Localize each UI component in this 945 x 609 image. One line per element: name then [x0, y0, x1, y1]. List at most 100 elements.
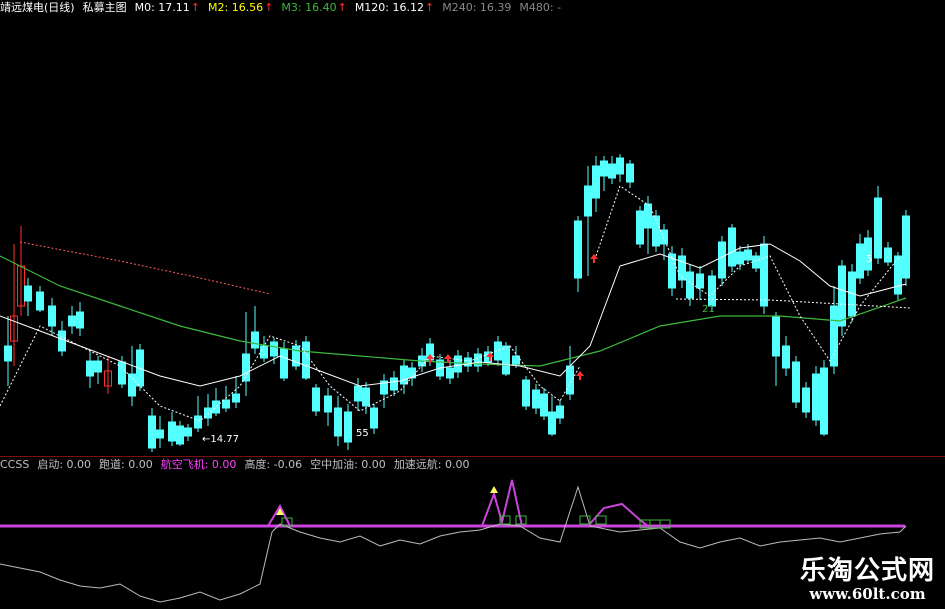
candle-body: [752, 255, 760, 269]
ma-up-arrow-icon: ↑: [337, 1, 347, 14]
candle-body: [390, 377, 398, 391]
indicator-box: [595, 515, 607, 525]
candle-body: [222, 399, 230, 409]
candle-body: [532, 389, 540, 409]
candle-body: [902, 215, 910, 279]
indicator-line: [0, 485, 907, 603]
candle-body: [168, 421, 176, 442]
candle-body: [566, 365, 574, 395]
candle-body: [802, 387, 810, 413]
label-21: 21: [702, 304, 715, 315]
candle-body: [68, 315, 76, 327]
ma-m240: M240: 16.39: [442, 1, 512, 14]
indicator-name[interactable]: CCSS: [0, 457, 29, 473]
candle-body: [792, 361, 800, 403]
candle-body: [156, 429, 164, 439]
candle-body: [696, 273, 704, 289]
candle-body: [36, 291, 44, 311]
candle-body: [772, 315, 780, 357]
candle-body: [616, 157, 624, 175]
ma-m3: M3: 16.40↑: [281, 1, 347, 14]
candle-body: [58, 330, 66, 352]
watermark-text: 乐淘公式网: [799, 556, 935, 586]
label-5: 5: [866, 254, 872, 265]
ma-white-line: [0, 243, 907, 387]
buy-arrow-icon: [576, 371, 584, 380]
candle-body: [760, 243, 768, 307]
candle-body: [370, 407, 378, 429]
candle-body: [302, 341, 310, 379]
candle-body: [344, 411, 352, 443]
candle-body: [24, 285, 32, 302]
candle-body: [280, 348, 288, 379]
indicator-spike: [587, 502, 649, 527]
candle-body: [312, 387, 320, 412]
candle-body: [874, 197, 882, 259]
candle-body: [574, 220, 582, 279]
candle-body: [251, 331, 259, 349]
candle-body: [454, 355, 462, 373]
candle-body: [176, 425, 184, 445]
candle-body: [400, 365, 408, 385]
candle-body: [334, 407, 342, 437]
label-55: 55: [356, 428, 369, 439]
ma-dotted-line: [19, 241, 271, 295]
candle-body: [678, 255, 686, 281]
candle-body: [194, 415, 202, 429]
main-indicator-name[interactable]: 私募主图: [83, 0, 127, 16]
low-price-label: ←14.77: [202, 434, 239, 445]
candle-body: [232, 393, 240, 403]
candle-body: [856, 243, 864, 279]
ma-m2: M2: 16.56↑: [208, 1, 274, 14]
stock-title[interactable]: 靖远煤电(日线): [0, 0, 75, 16]
ma-m0: M0: 17.11↑: [134, 1, 200, 14]
candle-body: [86, 360, 94, 377]
candle-body: [512, 355, 520, 365]
candle-body: [660, 229, 668, 245]
candle-body: [744, 249, 752, 261]
ma-up-arrow-icon: ↑: [190, 1, 200, 14]
ma-m120: M120: 16.12↑: [354, 1, 435, 14]
indicator-accelerate: 加速远航: 0.00: [393, 458, 470, 471]
candle-body: [830, 305, 838, 367]
price-header: 靖远煤电(日线) 私募主图 M0: 17.11↑ M2: 16.56↑ M3: …: [0, 0, 561, 16]
takeoff-marker-icon: [490, 486, 498, 493]
candle-body: [242, 353, 250, 382]
candle-body: [362, 387, 370, 407]
candle-body: [838, 265, 846, 327]
candle-body: [728, 227, 736, 267]
candle-body: [782, 345, 790, 369]
candlestick-chart[interactable]: ←14.77 55 21 5: [0, 16, 945, 456]
candle-body: [270, 341, 278, 357]
candle-body: [556, 405, 564, 419]
candle-body: [686, 271, 694, 299]
candle-body: [94, 360, 102, 373]
candle-body: [354, 385, 362, 402]
candle-body: [608, 163, 616, 179]
watermark: 乐淘公式网 www.60lt.com: [800, 550, 935, 603]
ma-m480: M480: -: [519, 1, 562, 14]
indicator-start: 启动: 0.00: [37, 458, 92, 471]
candle-body: [48, 305, 56, 327]
indicator-run: 跑道: 0.00: [99, 458, 153, 471]
candle-body: [76, 311, 84, 329]
candle-body: [128, 373, 136, 397]
candle-body: [548, 411, 556, 435]
candle-body: [626, 163, 634, 183]
candle-body: [812, 373, 820, 421]
candle-body: [584, 185, 592, 217]
indicator-height: 高度: -0.06: [244, 458, 303, 471]
candle-body: [148, 415, 156, 449]
candle-body: [184, 427, 192, 437]
candle-body: [324, 395, 332, 413]
candle-body: [884, 247, 892, 263]
indicator-header: CCSS 启动: 0.00 跑道: 0.00 航空飞机: 0.00 高度: -0…: [0, 457, 470, 473]
candle-body: [118, 361, 126, 385]
candle-body: [446, 367, 454, 379]
candle-body: [736, 251, 744, 265]
candle-body: [600, 160, 608, 177]
candle-body: [718, 241, 726, 279]
candle-body: [260, 345, 268, 359]
candle-body: [820, 367, 828, 435]
candle-body: [592, 165, 600, 199]
